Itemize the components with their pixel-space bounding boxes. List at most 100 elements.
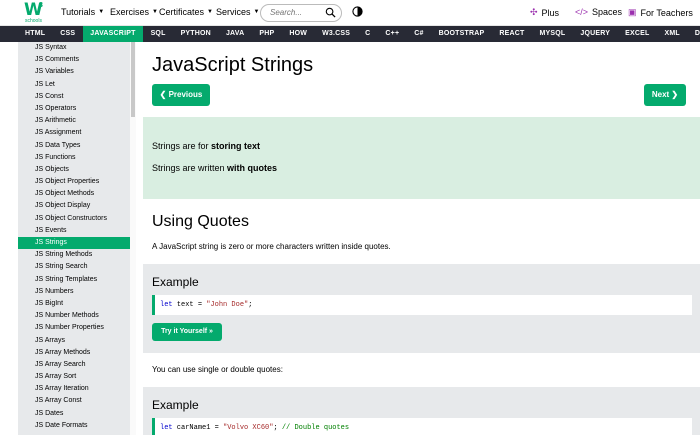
lang-tab-react[interactable]: REACT <box>492 26 532 42</box>
previous-button[interactable]: ❮ Previous <box>152 84 210 106</box>
code-block: let carName1 = "Volvo XC60"; // Double q… <box>152 418 692 435</box>
example-heading: Example <box>152 275 199 289</box>
sidebar-item[interactable]: JS Comments <box>18 54 130 66</box>
lang-tab-bootstrap[interactable]: BOOTSTRAP <box>431 26 492 42</box>
teacher-icon: ▣ <box>628 7 637 17</box>
spaces-link[interactable]: </> Spaces <box>575 7 622 17</box>
w3schools-logo[interactable]: W 3 schools <box>24 0 46 24</box>
lang-tab-html[interactable]: HTML <box>0 26 53 42</box>
sidebar-item[interactable]: JS Const <box>18 91 130 103</box>
intro-line-1-bold: storing text <box>211 141 261 151</box>
section-title: Using Quotes <box>152 213 249 230</box>
lang-tab-c[interactable]: C <box>358 26 378 42</box>
sidebar-item[interactable]: JS Array Search <box>18 359 130 371</box>
sidebar-item[interactable]: JS Array Sort <box>18 371 130 383</box>
try-it-yourself-button[interactable]: Try it Yourself » <box>152 323 222 341</box>
code-comment: // Double quotes <box>281 424 350 432</box>
sidebar-item[interactable]: JS Dates <box>18 408 130 420</box>
sidebar-item[interactable]: JS Object Properties <box>18 176 130 188</box>
code-text: carName1 = <box>172 424 224 432</box>
lang-tab-jquery[interactable]: JQUERY <box>573 26 618 42</box>
lang-tab-java[interactable]: JAVA <box>218 26 251 42</box>
search-input[interactable] <box>270 8 325 17</box>
main-content: JavaScript Strings ❮ Previous Next ❯ Str… <box>136 42 700 435</box>
sidebar-item[interactable]: JS Date Formats <box>18 420 130 432</box>
lang-tab-mysql[interactable]: MYSQL <box>532 26 573 42</box>
lang-tab-howto[interactable]: HOW TO <box>282 26 315 53</box>
nav-services[interactable]: Services ▼ <box>216 7 259 17</box>
quotes-note: You can use single or double quotes: <box>152 365 283 374</box>
lang-tab-css[interactable]: CSS <box>53 26 83 42</box>
lang-tab-javascript[interactable]: JAVASCRIPT <box>82 26 144 42</box>
intro-line-2-bold: with quotes <box>227 163 278 173</box>
sidebar-item[interactable]: JS Number Methods <box>18 310 130 322</box>
lang-tab-xml[interactable]: XML <box>657 26 687 42</box>
logo-superscript: 3 <box>39 2 43 9</box>
lang-tab-php[interactable]: PHP <box>252 26 282 42</box>
sidebar-item[interactable]: JS String Search <box>18 261 130 273</box>
plus-icon: ✣ <box>530 7 538 17</box>
sidebar-item[interactable]: JS Assignment <box>18 127 130 139</box>
dark-mode-toggle-icon[interactable] <box>352 6 363 17</box>
sidebar-item[interactable]: JS Array Const <box>18 395 130 407</box>
for-teachers-label: For Teachers <box>640 7 693 18</box>
nav-exercises-label: Exercises <box>110 7 150 17</box>
code-icon: </> <box>575 7 589 17</box>
sidebar-item-active[interactable]: JS Strings <box>18 237 130 250</box>
example-box-1: Example let text = "John Doe"; Try it Yo… <box>143 264 700 353</box>
language-nav-bar: HTML CSS JAVASCRIPT SQL PYTHON JAVA PHP … <box>0 26 700 53</box>
sidebar-item[interactable]: JS Functions <box>18 152 130 164</box>
intro-line-2: Strings are written with quotes <box>152 163 277 173</box>
sidebar-item[interactable]: JS BigInt <box>18 298 130 310</box>
code-text: text = <box>172 301 207 309</box>
sidebar-item[interactable]: JS Data Types <box>18 140 130 152</box>
nav-exercises[interactable]: Exercises ▼ <box>110 7 158 17</box>
sidebar-item[interactable]: JS Object Methods <box>18 188 130 200</box>
code-string: "John Doe" <box>206 301 249 309</box>
sidebar-item[interactable]: JS Array Methods <box>18 347 130 359</box>
lang-tab-sql[interactable]: SQL <box>143 26 173 42</box>
sidebar-item[interactable]: JS Object Constructors <box>18 213 130 225</box>
search-box[interactable] <box>260 4 342 22</box>
spaces-label: Spaces <box>592 7 623 17</box>
sidebar-scrollbar-thumb[interactable] <box>131 42 135 117</box>
sidebar-item[interactable]: JS Objects <box>18 164 130 176</box>
sidebar-item[interactable]: JS Object Display <box>18 200 130 212</box>
code-keyword: let <box>160 424 173 432</box>
sidebar: JS Syntax JS Comments JS Variables JS Le… <box>18 42 130 435</box>
lang-tab-django[interactable]: DJANGO <box>687 26 700 42</box>
sidebar-item[interactable]: JS Arithmetic <box>18 115 130 127</box>
next-button[interactable]: Next ❯ <box>644 84 686 106</box>
lang-tab-python[interactable]: PYTHON <box>173 26 218 42</box>
nav-certificates[interactable]: Certificates ▼ <box>159 7 213 17</box>
caret-down-icon: ▼ <box>152 9 158 15</box>
lang-tab-w3css[interactable]: W3.CSS <box>315 26 358 42</box>
sidebar-item[interactable]: JS Number Properties <box>18 322 130 334</box>
sidebar-item[interactable]: JS Numbers <box>18 286 130 298</box>
nav-tutorials[interactable]: Tutorials ▼ <box>61 7 104 17</box>
example-heading: Example <box>152 398 199 412</box>
for-teachers-link[interactable]: ▣ For Teachers <box>628 7 693 18</box>
lang-tab-csharp[interactable]: C# <box>407 26 431 42</box>
sidebar-item[interactable]: JS String Methods <box>18 249 130 261</box>
code-keyword: let <box>160 301 173 309</box>
intro-line-1: Strings are for storing text <box>152 141 260 151</box>
sidebar-item[interactable]: JS Array Iteration <box>18 383 130 395</box>
caret-down-icon: ▼ <box>207 9 213 15</box>
lang-tab-excel[interactable]: EXCEL <box>618 26 657 42</box>
sidebar-item[interactable]: JS Operators <box>18 103 130 115</box>
sidebar-item[interactable]: JS String Templates <box>18 274 130 286</box>
search-icon[interactable] <box>325 7 336 18</box>
sidebar-item[interactable]: JS Syntax <box>18 42 130 54</box>
plus-link[interactable]: ✣ Plus <box>530 7 559 18</box>
sidebar-item[interactable]: JS Variables <box>18 66 130 78</box>
code-block: let text = "John Doe"; <box>152 295 692 315</box>
sidebar-item[interactable]: JS Events <box>18 225 130 237</box>
lang-tab-cpp[interactable]: C++ <box>378 26 407 42</box>
sidebar-item[interactable]: JS Let <box>18 79 130 91</box>
section-description: A JavaScript string is zero or more char… <box>152 242 391 251</box>
example-box-2: Example let carName1 = "Volvo XC60"; // … <box>143 387 700 435</box>
intro-line-2-text: Strings are written <box>152 163 228 173</box>
sidebar-item[interactable]: JS Arrays <box>18 335 130 347</box>
code-end: ; <box>248 301 253 309</box>
